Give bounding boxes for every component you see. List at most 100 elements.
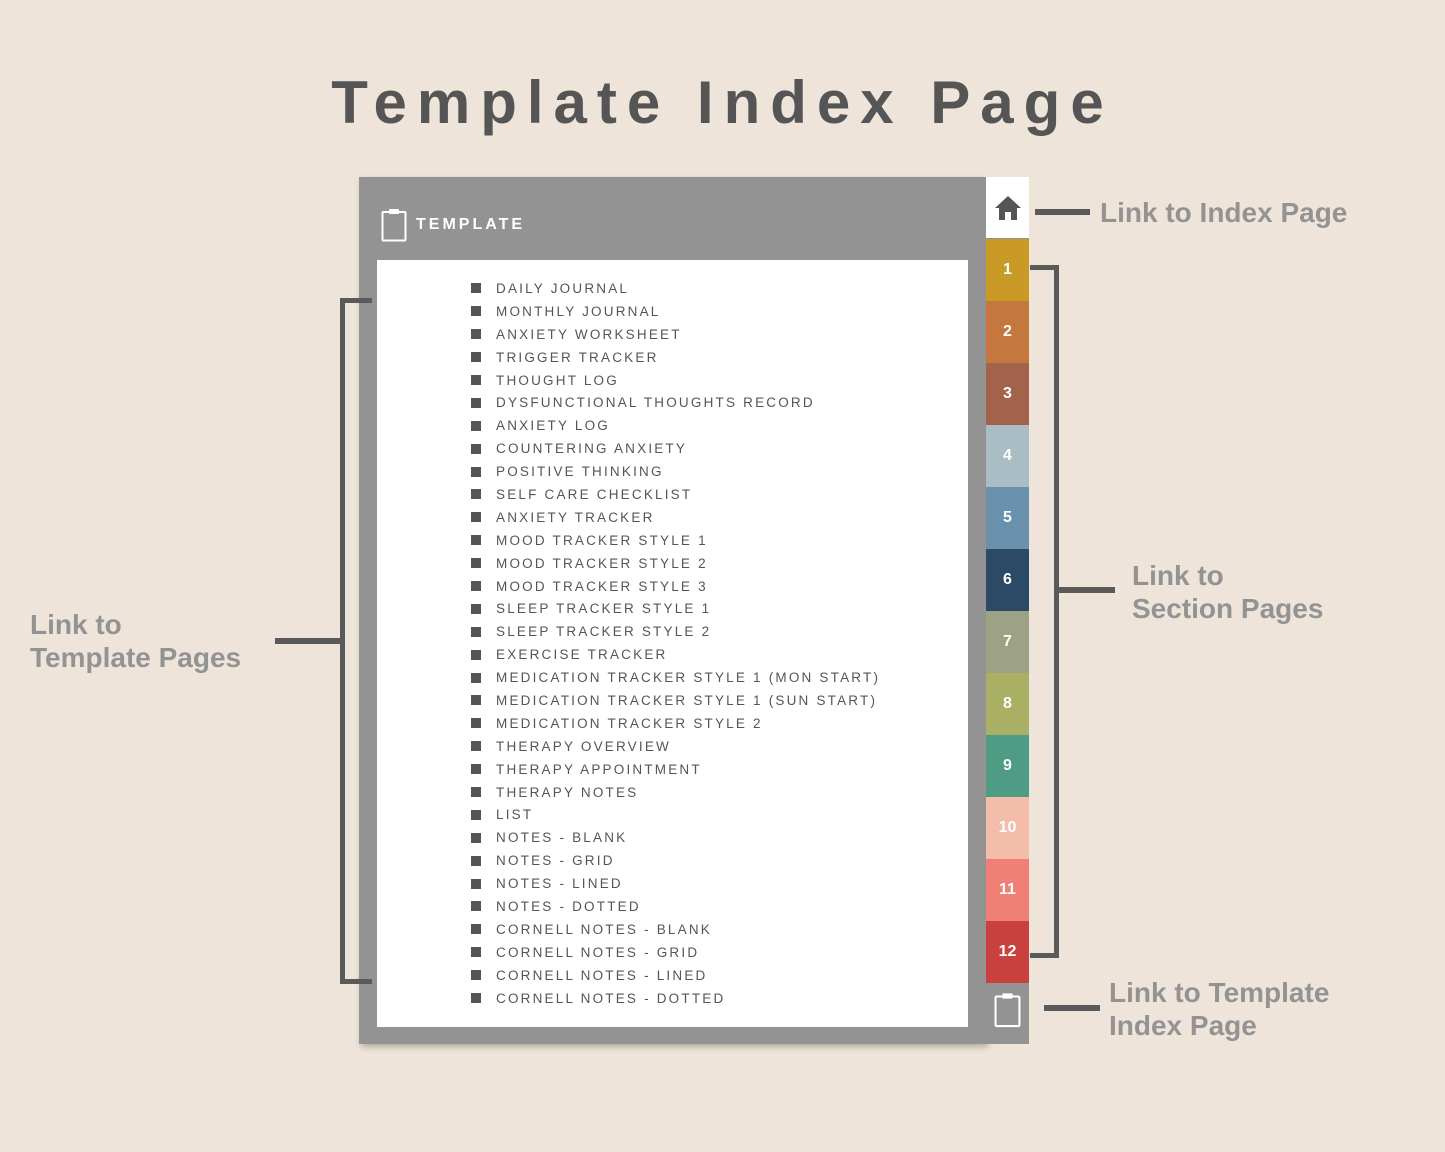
template-item-label: MONTHLY JOURNAL (496, 303, 661, 319)
template-list-item[interactable]: EXERCISE TRACKER (471, 643, 880, 666)
section-pointer-line (1059, 587, 1115, 593)
template-list-item[interactable]: MEDICATION TRACKER STYLE 2 (471, 712, 880, 735)
square-bullet-icon (471, 878, 481, 889)
square-bullet-icon (471, 901, 481, 912)
template-item-label: NOTES - BLANK (496, 830, 628, 846)
template-list-item[interactable]: COUNTERING ANXIETY (471, 437, 880, 460)
template-list-item[interactable]: POSITIVE THINKING (471, 460, 880, 483)
section-tab-3[interactable]: 3 (986, 363, 1029, 425)
section-tab-label: 6 (1003, 571, 1012, 588)
square-bullet-icon (471, 947, 481, 958)
section-tab-7[interactable]: 7 (986, 611, 1029, 673)
template-list-item[interactable]: MOOD TRACKER STYLE 2 (471, 552, 880, 575)
section-tab-label: 1 (1003, 261, 1012, 278)
template-item-label: ANXIETY LOG (496, 418, 610, 434)
section-tab-2[interactable]: 2 (986, 301, 1029, 363)
square-bullet-icon (471, 512, 481, 523)
square-bullet-icon (471, 626, 481, 637)
template-list-item[interactable]: MEDICATION TRACKER STYLE 1 (MON START) (471, 666, 880, 689)
template-list-panel: DAILY JOURNAL MONTHLY JOURNAL ANXIETY WORK… (377, 260, 968, 1027)
section-tab-label: 10 (998, 819, 1017, 836)
template-list-item[interactable]: CORNELL NOTES - BLANK (471, 918, 880, 941)
square-bullet-icon (471, 970, 481, 981)
template-list-item[interactable]: THERAPY NOTES (471, 781, 880, 804)
template-list-item[interactable]: CORNELL NOTES - DOTTED (471, 987, 880, 1010)
template-list-item[interactable]: THOUGHT LOG (471, 369, 880, 392)
square-bullet-icon (471, 443, 481, 454)
template-item-label: POSITIVE THINKING (496, 464, 664, 480)
template-item-label: THOUGHT LOG (496, 372, 619, 388)
planner-header: TEMPLATE (381, 205, 525, 245)
template-list-item[interactable]: SELF CARE CHECKLIST (471, 483, 880, 506)
template-item-label: CORNELL NOTES - GRID (496, 944, 700, 960)
square-bullet-icon (471, 764, 481, 775)
template-list: DAILY JOURNAL MONTHLY JOURNAL ANXIETY WORK… (471, 277, 880, 1010)
section-annotation-line2: Section Pages (1132, 593, 1324, 624)
section-tab-4[interactable]: 4 (986, 425, 1029, 487)
template-index-pointer-line (1044, 1005, 1100, 1011)
section-tabs: 1 2 3 4 5 6 7 8 9 10 11 12 (986, 177, 1029, 1044)
clipboard-icon (381, 209, 407, 242)
template-list-item[interactable]: NOTES - BLANK (471, 826, 880, 849)
template-list-item[interactable]: THERAPY APPOINTMENT (471, 758, 880, 781)
template-list-item[interactable]: MONTHLY JOURNAL (471, 300, 880, 323)
template-item-label: CORNELL NOTES - BLANK (496, 921, 712, 937)
section-tab-5[interactable]: 5 (986, 487, 1029, 549)
section-tab-1[interactable]: 1 (986, 239, 1029, 301)
template-item-label: MOOD TRACKER STYLE 2 (496, 555, 708, 571)
template-list-item[interactable]: NOTES - LINED (471, 872, 880, 895)
section-tab-label: 9 (1003, 757, 1012, 774)
template-index-annotation-line1: Link to Template (1109, 977, 1330, 1008)
template-item-label: MEDICATION TRACKER STYLE 2 (496, 715, 763, 731)
section-tab-11[interactable]: 11 (986, 859, 1029, 921)
section-tab-10[interactable]: 10 (986, 797, 1029, 859)
square-bullet-icon (471, 306, 481, 317)
header-label: TEMPLATE (416, 216, 526, 233)
square-bullet-icon (471, 375, 481, 385)
template-list-item[interactable]: NOTES - DOTTED (471, 895, 880, 918)
template-index-tab[interactable] (994, 992, 1021, 1033)
template-item-label: CORNELL NOTES - LINED (496, 967, 708, 983)
template-list-item[interactable]: CORNELL NOTES - LINED (471, 964, 880, 987)
template-index-annotation-line2: Index Page (1109, 1010, 1257, 1041)
square-bullet-icon (471, 397, 481, 408)
template-list-item[interactable]: LIST (471, 803, 880, 826)
section-pages-annotation: Link to Section Pages (1132, 559, 1323, 625)
template-list-item[interactable]: DAILY JOURNAL (471, 277, 880, 300)
section-tab-9[interactable]: 9 (986, 735, 1029, 797)
template-item-label: NOTES - DOTTED (496, 898, 641, 914)
template-list-item[interactable]: NOTES - GRID (471, 849, 880, 872)
template-annotation-line2: Template Pages (30, 642, 242, 673)
template-list-item[interactable]: ANXIETY LOG (471, 414, 880, 437)
template-list-item[interactable]: MEDICATION TRACKER STYLE 1 (SUN START) (471, 689, 880, 712)
square-bullet-icon (471, 329, 481, 340)
template-list-item[interactable]: TRIGGER TRACKER (471, 346, 880, 369)
square-bullet-icon (471, 283, 481, 294)
template-pointer-line (275, 638, 340, 644)
home-tab[interactable] (986, 177, 1029, 238)
clipboard-icon (994, 993, 1021, 1028)
template-list-item[interactable]: SLEEP TRACKER STYLE 2 (471, 620, 880, 643)
template-item-label: SELF CARE CHECKLIST (496, 486, 693, 502)
template-list-item[interactable]: ANXIETY TRACKER (471, 506, 880, 529)
template-list-item[interactable]: DYSFUNCTIONAL THOUGHTS RECORD (471, 391, 880, 414)
section-tab-6[interactable]: 6 (986, 549, 1029, 611)
template-list-item[interactable]: THERAPY OVERVIEW (471, 735, 880, 758)
section-tab-12[interactable]: 12 (986, 921, 1029, 983)
section-bracket-vertical (1054, 265, 1059, 958)
section-tab-label: 12 (998, 943, 1017, 960)
square-bullet-icon (471, 649, 481, 660)
template-list-item[interactable]: CORNELL NOTES - GRID (471, 941, 880, 964)
section-tab-label: 8 (1003, 695, 1012, 712)
template-item-label: NOTES - LINED (496, 876, 623, 892)
square-bullet-icon (471, 855, 481, 866)
template-bracket-vertical (340, 298, 345, 984)
template-list-item[interactable]: SLEEP TRACKER STYLE 1 (471, 597, 880, 620)
section-tab-8[interactable]: 8 (986, 673, 1029, 735)
index-page-annotation: Link to Index Page (1100, 197, 1348, 228)
template-list-item[interactable]: MOOD TRACKER STYLE 1 (471, 529, 880, 552)
template-list-item[interactable]: MOOD TRACKER STYLE 3 (471, 575, 880, 598)
template-list-item[interactable]: ANXIETY WORKSHEET (471, 323, 880, 346)
planner-page: TEMPLATE DAILY JOURNAL MONTHLY JOURNAL ANX… (359, 177, 986, 1044)
section-tab-label: 7 (1003, 633, 1012, 650)
